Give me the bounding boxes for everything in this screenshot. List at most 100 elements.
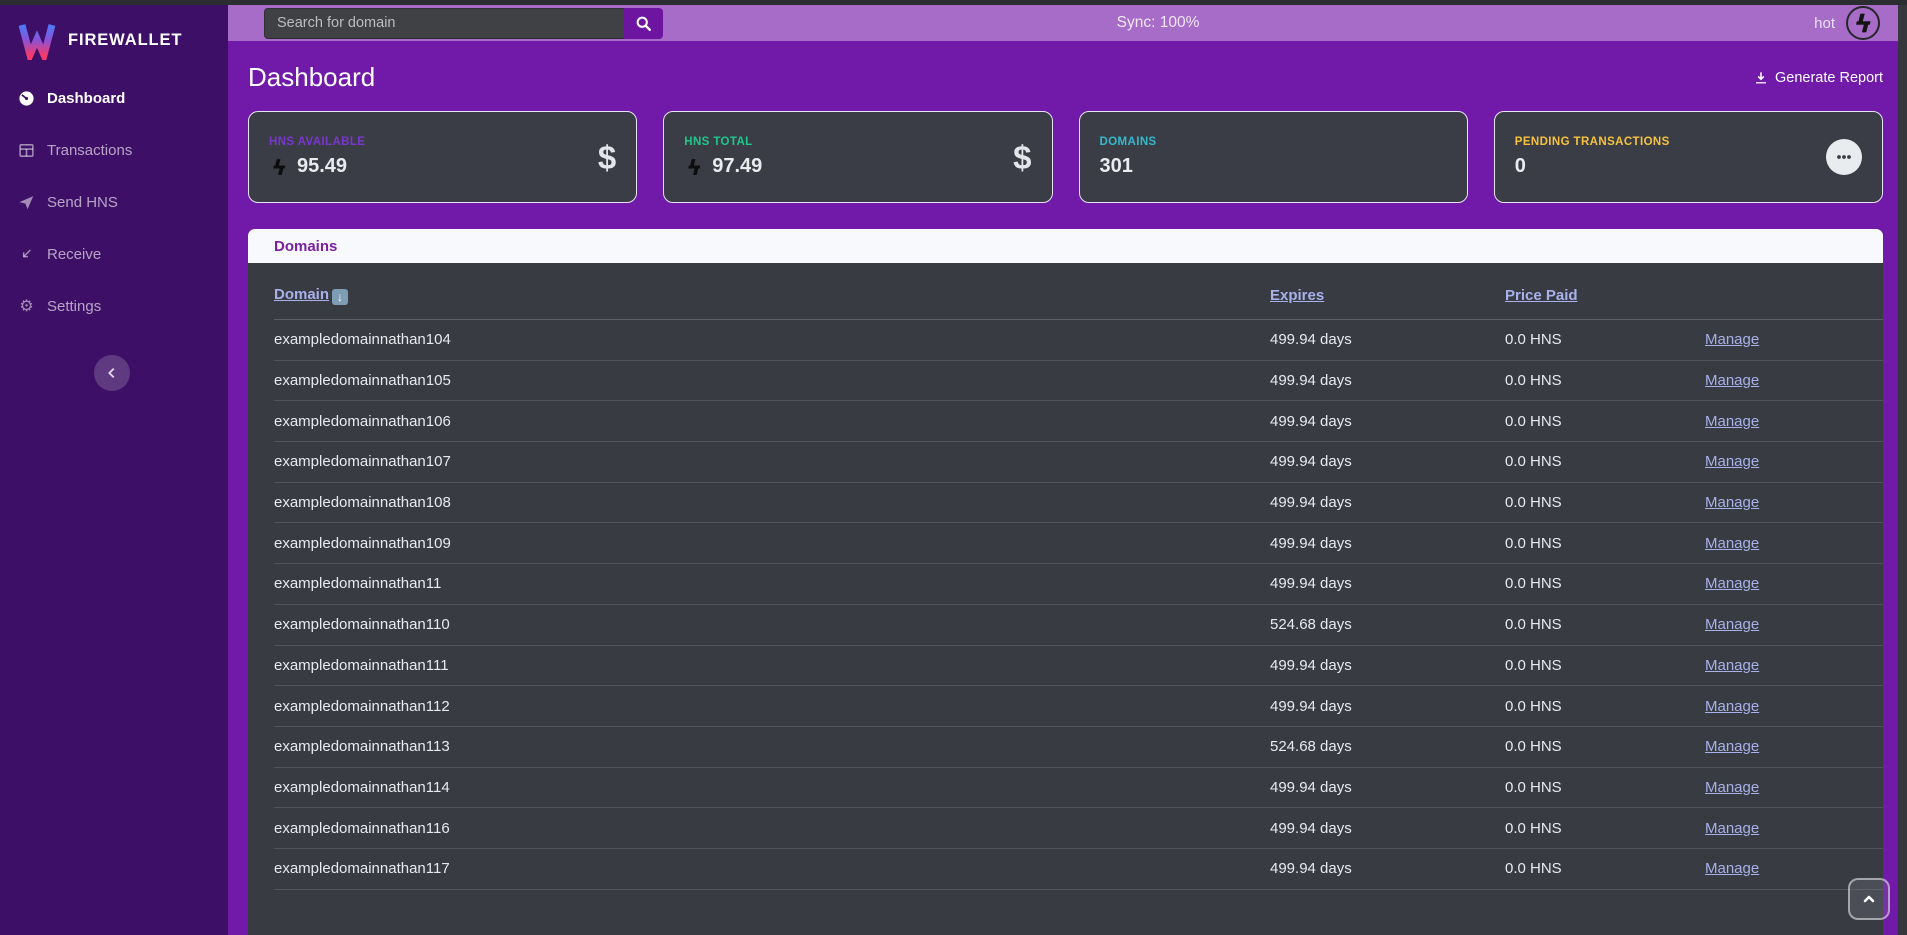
price-paid-value: 0.0 HNS xyxy=(1505,331,1705,348)
expires-value: 499.94 days xyxy=(1270,779,1505,796)
page-header: Dashboard Generate Report xyxy=(248,62,1883,93)
domain-name: exampledomainnathan110 xyxy=(274,616,1270,633)
price-paid-value: 0.0 HNS xyxy=(1505,413,1705,430)
brand-name: FIREWALLET xyxy=(68,31,182,50)
card-label: PENDING TRANSACTIONS xyxy=(1515,136,1826,148)
search-icon xyxy=(635,15,652,32)
price-paid-value: 0.0 HNS xyxy=(1505,820,1705,837)
column-header-price-paid[interactable]: Price Paid xyxy=(1505,287,1578,304)
column-header-domain[interactable]: Domain↓ xyxy=(274,286,348,303)
sidebar-item-dashboard[interactable]: Dashboard xyxy=(0,72,228,124)
sidebar-item-label: Settings xyxy=(47,298,101,315)
domain-search xyxy=(264,8,663,39)
sidebar-collapse-button[interactable] xyxy=(94,355,130,391)
topbar: Sync: 100% hot xyxy=(228,0,1907,41)
table-row: exampledomainnathan108499.94 days0.0 HNS… xyxy=(274,483,1883,524)
domain-name: exampledomainnathan113 xyxy=(274,738,1270,755)
scroll-to-top-button[interactable] xyxy=(1848,878,1890,920)
manage-link[interactable]: Manage xyxy=(1705,535,1759,552)
sidebar-item-transactions[interactable]: Transactions xyxy=(0,124,228,176)
domain-name: exampledomainnathan11 xyxy=(274,575,1270,592)
price-paid-value: 0.0 HNS xyxy=(1505,372,1705,389)
tachometer-icon xyxy=(17,90,36,107)
manage-link[interactable]: Manage xyxy=(1705,779,1759,796)
sidebar-item-label: Send HNS xyxy=(47,194,118,211)
domain-name: exampledomainnathan105 xyxy=(274,372,1270,389)
manage-link[interactable]: Manage xyxy=(1705,372,1759,389)
expires-value: 499.94 days xyxy=(1270,331,1505,348)
manage-link[interactable]: Manage xyxy=(1705,413,1759,430)
price-paid-value: 0.0 HNS xyxy=(1505,453,1705,470)
search-button[interactable] xyxy=(624,8,663,39)
generate-report-label: Generate Report xyxy=(1775,70,1883,86)
download-icon xyxy=(1754,71,1768,85)
manage-link[interactable]: Manage xyxy=(1705,698,1759,715)
sidebar-item-label: Receive xyxy=(47,246,101,263)
stat-cards-row: HNS AVAILABLE 95.49 $ HNS TOTAL 97.49 xyxy=(248,111,1883,203)
manage-link[interactable]: Manage xyxy=(1705,860,1759,877)
expires-value: 499.94 days xyxy=(1270,657,1505,674)
brand[interactable]: FIREWALLET xyxy=(0,5,228,72)
wallet-name: hot xyxy=(1814,15,1835,32)
generate-report-button[interactable]: Generate Report xyxy=(1754,70,1883,86)
sort-descending-icon: ↓ xyxy=(332,289,348,305)
domain-name: exampledomainnathan112 xyxy=(274,698,1270,715)
table-icon xyxy=(17,142,36,159)
ellipsis-menu-button[interactable] xyxy=(1826,139,1862,175)
ellipsis-icon xyxy=(1835,148,1853,166)
card-label: HNS TOTAL xyxy=(684,136,1013,148)
column-header-expires[interactable]: Expires xyxy=(1270,287,1324,304)
card-domains: DOMAINS 301 xyxy=(1079,111,1468,203)
sidebar-item-settings[interactable]: ⚙ Settings xyxy=(0,280,228,332)
domain-name: exampledomainnathan117 xyxy=(274,860,1270,877)
price-paid-value: 0.0 HNS xyxy=(1505,535,1705,552)
search-input[interactable] xyxy=(264,8,624,39)
paper-plane-icon xyxy=(17,194,36,211)
wallet-selector[interactable]: hot xyxy=(1814,5,1881,41)
domains-table-rows: exampledomainnathan104499.94 days0.0 HNS… xyxy=(274,320,1883,890)
expires-value: 524.68 days xyxy=(1270,616,1505,633)
manage-link[interactable]: Manage xyxy=(1705,820,1759,837)
domains-table-header: Domain↓ Expires Price Paid xyxy=(274,263,1883,320)
dollar-sign-icon: $ xyxy=(598,141,616,174)
card-label: DOMAINS xyxy=(1100,136,1447,148)
card-value: 0 xyxy=(1515,155,1526,178)
domain-name: exampledomainnathan104 xyxy=(274,331,1270,348)
sidebar-item-send-hns[interactable]: Send HNS xyxy=(0,176,228,228)
manage-link[interactable]: Manage xyxy=(1705,575,1759,592)
manage-link[interactable]: Manage xyxy=(1705,657,1759,674)
card-label: HNS AVAILABLE xyxy=(269,136,598,148)
dashboard-content: Dashboard Generate Report HNS AVAILABLE xyxy=(228,41,1907,935)
price-paid-value: 0.0 HNS xyxy=(1505,494,1705,511)
main-column: Sync: 100% hot Dashboard Generate Report xyxy=(228,0,1907,935)
card-value: 95.49 xyxy=(297,155,347,178)
sidebar-item-receive[interactable]: Receive xyxy=(0,228,228,280)
window-right-edge-scrollbar[interactable] xyxy=(1898,0,1907,935)
price-paid-value: 0.0 HNS xyxy=(1505,860,1705,877)
manage-link[interactable]: Manage xyxy=(1705,494,1759,511)
table-row: exampledomainnathan104499.94 days0.0 HNS… xyxy=(274,320,1883,361)
manage-link[interactable]: Manage xyxy=(1705,738,1759,755)
price-paid-value: 0.0 HNS xyxy=(1505,698,1705,715)
card-hns-available: HNS AVAILABLE 95.49 $ xyxy=(248,111,637,203)
expires-value: 499.94 days xyxy=(1270,698,1505,715)
manage-link[interactable]: Manage xyxy=(1705,331,1759,348)
card-value: 97.49 xyxy=(712,155,762,178)
table-row: exampledomainnathan105499.94 days0.0 HNS… xyxy=(274,361,1883,402)
table-row: exampledomainnathan109499.94 days0.0 HNS… xyxy=(274,523,1883,564)
card-value: 301 xyxy=(1100,155,1133,178)
domains-table: Domain↓ Expires Price Paid exampledomain… xyxy=(248,263,1883,935)
handshake-coin-icon xyxy=(1845,5,1881,41)
sidebar-nav: Dashboard Transactions Send HNS Receive xyxy=(0,72,228,332)
table-row: exampledomainnathan11499.94 days0.0 HNSM… xyxy=(274,564,1883,605)
sidebar-item-label: Dashboard xyxy=(47,90,125,107)
price-paid-value: 0.0 HNS xyxy=(1505,616,1705,633)
manage-link[interactable]: Manage xyxy=(1705,616,1759,633)
table-row: exampledomainnathan111499.94 days0.0 HNS… xyxy=(274,646,1883,687)
sidebar-item-label: Transactions xyxy=(47,142,132,159)
expires-value: 499.94 days xyxy=(1270,494,1505,511)
hns-logo-icon xyxy=(684,157,704,177)
app-root: FIREWALLET Dashboard Transactions Send H… xyxy=(0,0,1907,935)
manage-link[interactable]: Manage xyxy=(1705,453,1759,470)
domain-name: exampledomainnathan106 xyxy=(274,413,1270,430)
